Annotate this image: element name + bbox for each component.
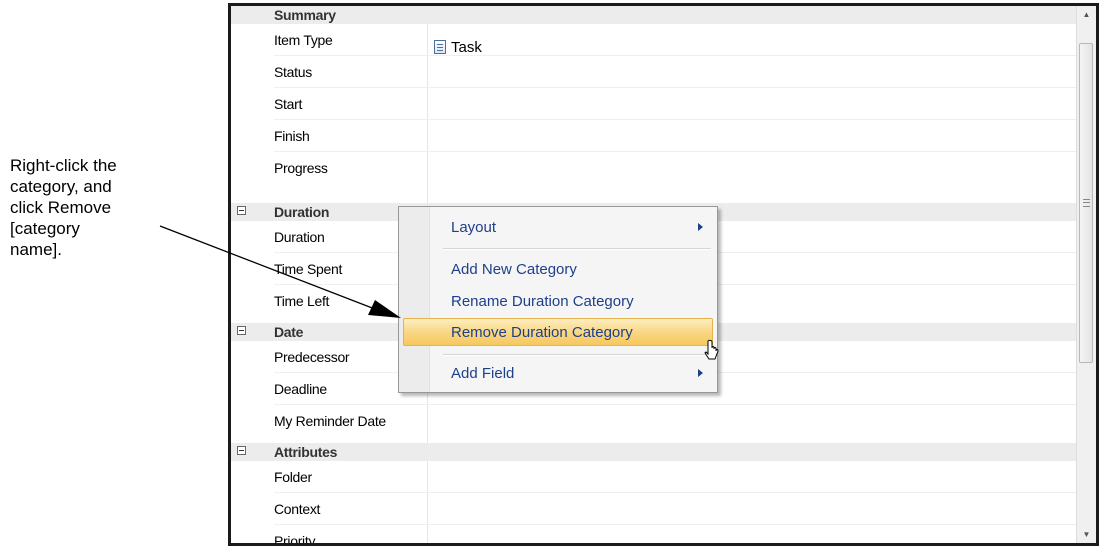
collapse-icon[interactable] — [237, 206, 246, 215]
property-label: Priority — [274, 533, 316, 543]
property-row-progress[interactable]: Progress — [231, 152, 1077, 184]
property-label: Status — [274, 64, 312, 80]
menu-item-label: Rename Duration Category — [451, 293, 634, 310]
category-label: Attributes — [274, 444, 338, 460]
property-row-context[interactable]: Context — [231, 493, 1077, 525]
menu-item-label: Add Field — [451, 365, 515, 382]
property-label: Item Type — [274, 32, 333, 48]
menu-item-rename-category[interactable]: Rename Duration Category — [403, 287, 713, 315]
menu-item-add-field[interactable]: Add Field — [403, 359, 713, 387]
task-icon — [434, 40, 446, 54]
property-row-start[interactable]: Start — [231, 88, 1077, 120]
property-label: My Reminder Date — [274, 413, 386, 429]
vertical-scrollbar[interactable]: ▲ ▼ — [1076, 6, 1096, 543]
callout-text: Right-click the category, and click Remo… — [10, 156, 117, 259]
category-attributes[interactable]: Attributes — [231, 443, 1077, 461]
menu-item-layout[interactable]: Layout — [403, 213, 713, 241]
menu-item-label: Remove Duration Category — [451, 324, 633, 341]
property-row-finish[interactable]: Finish — [231, 120, 1077, 152]
grip-icon — [1083, 199, 1090, 207]
property-label: Deadline — [274, 381, 327, 397]
category-label: Summary — [274, 7, 336, 23]
property-label: Finish — [274, 128, 310, 144]
menu-separator — [443, 354, 711, 356]
property-label: Time Spent — [274, 261, 343, 277]
scroll-down-icon[interactable]: ▼ — [1077, 526, 1096, 543]
category-label: Date — [274, 324, 304, 340]
menu-separator — [443, 248, 711, 250]
menu-item-add-new-category[interactable]: Add New Category — [403, 255, 713, 283]
menu-item-label: Add New Category — [451, 261, 577, 278]
scroll-up-icon[interactable]: ▲ — [1077, 6, 1096, 23]
menu-item-label: Layout — [451, 219, 497, 236]
property-label: Time Left — [274, 293, 330, 309]
property-label: Context — [274, 501, 321, 517]
property-row-status[interactable]: Status — [231, 56, 1077, 88]
context-menu: Layout Add New Category Rename Duration … — [398, 206, 718, 393]
collapse-icon[interactable] — [237, 446, 246, 455]
submenu-arrow-icon — [698, 369, 703, 377]
property-row-my-reminder-date[interactable]: My Reminder Date — [231, 405, 1077, 437]
property-label: Progress — [274, 160, 328, 176]
property-row-folder[interactable]: Folder — [231, 461, 1077, 493]
collapse-icon[interactable] — [237, 326, 246, 335]
property-row-priority[interactable]: Priority — [231, 525, 1077, 543]
menu-item-remove-category[interactable]: Remove Duration Category — [403, 318, 713, 346]
category-label: Duration — [274, 204, 330, 220]
category-summary[interactable]: Summary — [231, 6, 1077, 24]
property-row-item-type[interactable]: Item Type — [231, 24, 1077, 56]
submenu-arrow-icon — [698, 223, 703, 231]
property-label: Folder — [274, 469, 312, 485]
scrollbar-thumb[interactable] — [1079, 43, 1093, 363]
property-label: Start — [274, 96, 303, 112]
mouse-pointer-icon — [704, 339, 719, 360]
item-type-value[interactable]: Task — [434, 39, 482, 56]
property-label: Duration — [274, 229, 325, 245]
property-label: Predecessor — [274, 349, 350, 365]
item-type-text: Task — [451, 39, 482, 56]
